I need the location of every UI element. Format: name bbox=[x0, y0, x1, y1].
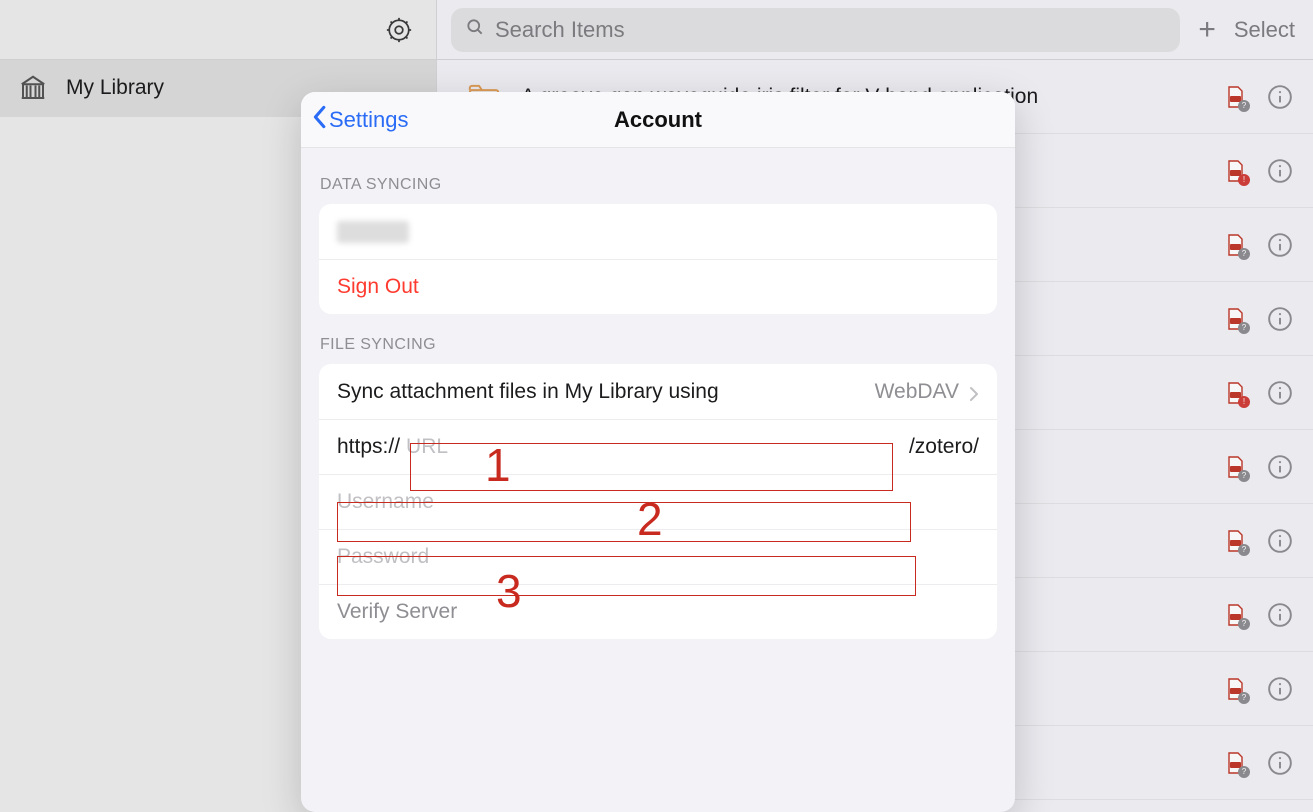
section-data-syncing-label: DATA SYNCING bbox=[301, 154, 1015, 204]
sync-method-row[interactable]: Sync attachment files in My Library usin… bbox=[319, 364, 997, 419]
sign-out-button[interactable]: Sign Out bbox=[319, 259, 997, 314]
chevron-left-icon bbox=[311, 105, 327, 135]
webdav-password-row bbox=[319, 529, 997, 584]
back-label: Settings bbox=[329, 107, 409, 133]
webdav-password-input[interactable] bbox=[337, 537, 979, 577]
back-button[interactable]: Settings bbox=[311, 105, 409, 135]
account-username-row[interactable] bbox=[319, 204, 997, 259]
modal-body: DATA SYNCING Sign Out FILE SYNCING Sync … bbox=[301, 148, 1015, 639]
modal-header: Settings Account bbox=[301, 92, 1015, 148]
account-modal: Settings Account DATA SYNCING Sign Out F… bbox=[301, 92, 1015, 812]
url-suffix: /zotero/ bbox=[909, 435, 979, 459]
webdav-username-input[interactable] bbox=[337, 482, 979, 522]
modal-title: Account bbox=[614, 107, 702, 133]
data-syncing-card: Sign Out bbox=[319, 204, 997, 314]
app-root: My Library Search Items + Select A groov… bbox=[0, 0, 1313, 812]
webdav-url-input[interactable] bbox=[406, 427, 903, 467]
sync-method-value: WebDAV bbox=[875, 380, 959, 404]
sync-method-label: Sync attachment files in My Library usin… bbox=[337, 380, 719, 404]
section-file-syncing-label: FILE SYNCING bbox=[301, 314, 1015, 364]
webdav-username-row bbox=[319, 474, 997, 529]
chevron-right-icon bbox=[969, 384, 979, 400]
account-username-blur bbox=[337, 221, 409, 243]
webdav-url-row: https:// /zotero/ bbox=[319, 419, 997, 474]
verify-server-button[interactable]: Verify Server bbox=[319, 584, 997, 639]
file-syncing-card: Sync attachment files in My Library usin… bbox=[319, 364, 997, 639]
url-prefix: https:// bbox=[337, 435, 400, 459]
